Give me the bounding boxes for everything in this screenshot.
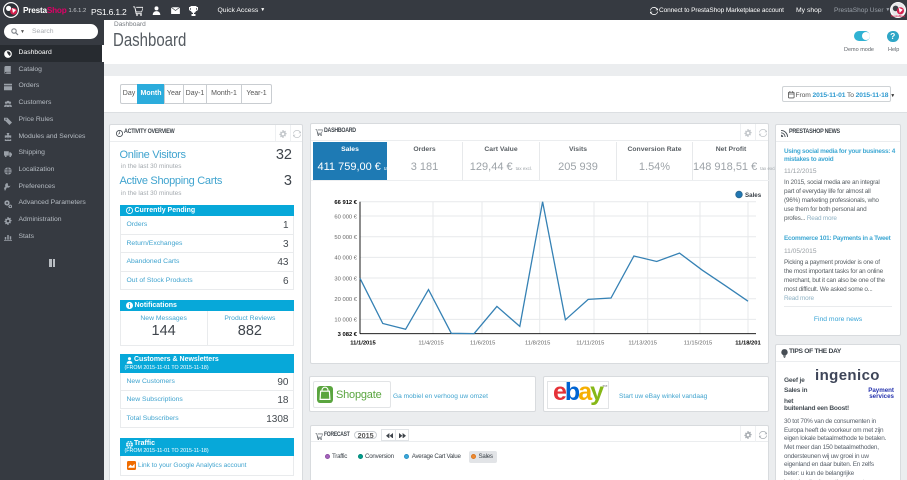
svg-text:11/1/2015: 11/1/2015 xyxy=(350,341,376,347)
svg-text:50 000 €: 50 000 € xyxy=(334,235,357,241)
svg-text:11/11/2015: 11/11/2015 xyxy=(576,341,604,347)
svg-text:60 000 €: 60 000 € xyxy=(334,214,357,220)
svg-text:30 000 €: 30 000 € xyxy=(334,276,357,282)
svg-text:11/4/2015: 11/4/2015 xyxy=(418,341,443,347)
svg-text:40 000 €: 40 000 € xyxy=(334,256,357,262)
svg-text:11/18/201: 11/18/201 xyxy=(735,341,761,347)
svg-text:11/6/2015: 11/6/2015 xyxy=(470,341,495,347)
svg-text:Sales: Sales xyxy=(745,192,762,199)
svg-text:PrestaShop: PrestaShop xyxy=(891,14,906,18)
svg-text:10 000 €: 10 000 € xyxy=(334,318,357,324)
svg-text:3 082 €: 3 082 € xyxy=(338,332,358,338)
svg-text:11/13/2015: 11/13/2015 xyxy=(628,341,657,347)
svg-text:66 912 €: 66 912 € xyxy=(334,200,357,206)
svg-text:11/15/2015: 11/15/2015 xyxy=(684,341,713,347)
svg-text:11/8/2015: 11/8/2015 xyxy=(525,341,550,347)
svg-text:20 000 €: 20 000 € xyxy=(334,297,357,303)
